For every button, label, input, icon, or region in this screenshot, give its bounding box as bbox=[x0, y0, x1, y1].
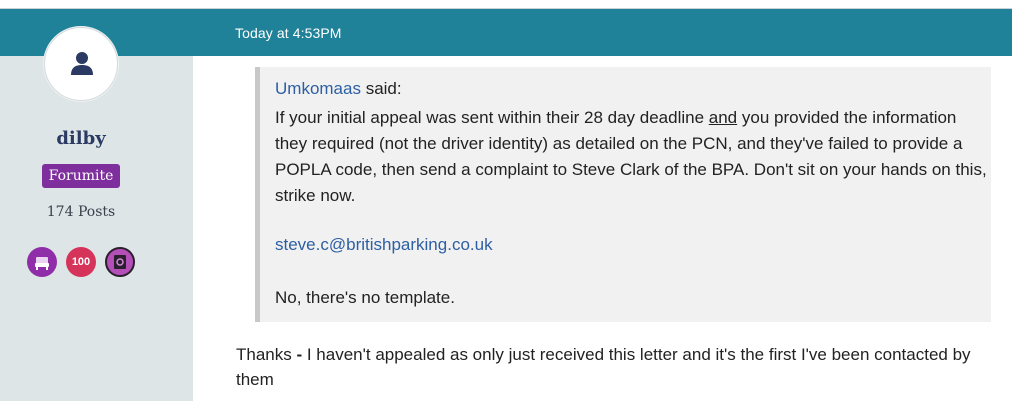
rank-badge: Forumite bbox=[42, 164, 120, 188]
quote-text: If your initial appeal was sent within t… bbox=[275, 108, 709, 127]
quote-underlined: and bbox=[708, 108, 738, 127]
quote-said: said: bbox=[360, 79, 402, 98]
top-divider bbox=[0, 0, 1012, 9]
100-award-icon[interactable]: 100 bbox=[66, 247, 96, 277]
book-award-icon[interactable] bbox=[105, 247, 135, 277]
quote-body: If your initial appeal was sent within t… bbox=[275, 105, 987, 209]
reply-text: Thanks - I haven't appealed as only just… bbox=[236, 342, 1006, 392]
reply-body: I haven't appealed as only just received… bbox=[236, 345, 971, 389]
chair-award-icon[interactable] bbox=[27, 247, 57, 277]
user-silhouette-icon bbox=[71, 52, 93, 75]
username[interactable]: dilby bbox=[0, 128, 162, 149]
reply-dash: - bbox=[291, 345, 307, 364]
quote-header: Umkomaas said: bbox=[275, 79, 402, 99]
quote-closing: No, there's no template. bbox=[275, 288, 455, 307]
reply-lead: Thanks bbox=[236, 345, 292, 364]
post-header-bar bbox=[0, 9, 1012, 56]
quote-block: Umkomaas said: If your initial appeal wa… bbox=[255, 67, 991, 322]
award-label: 100 bbox=[71, 256, 91, 268]
post-timestamp[interactable]: Today at 4:53PM bbox=[235, 25, 342, 41]
avatar[interactable] bbox=[44, 27, 118, 101]
quote-email-link[interactable]: steve.c@britishparking.co.uk bbox=[275, 235, 493, 255]
quote-author-link[interactable]: Umkomaas bbox=[275, 79, 361, 98]
post-count[interactable]: 174 Posts bbox=[0, 204, 162, 220]
